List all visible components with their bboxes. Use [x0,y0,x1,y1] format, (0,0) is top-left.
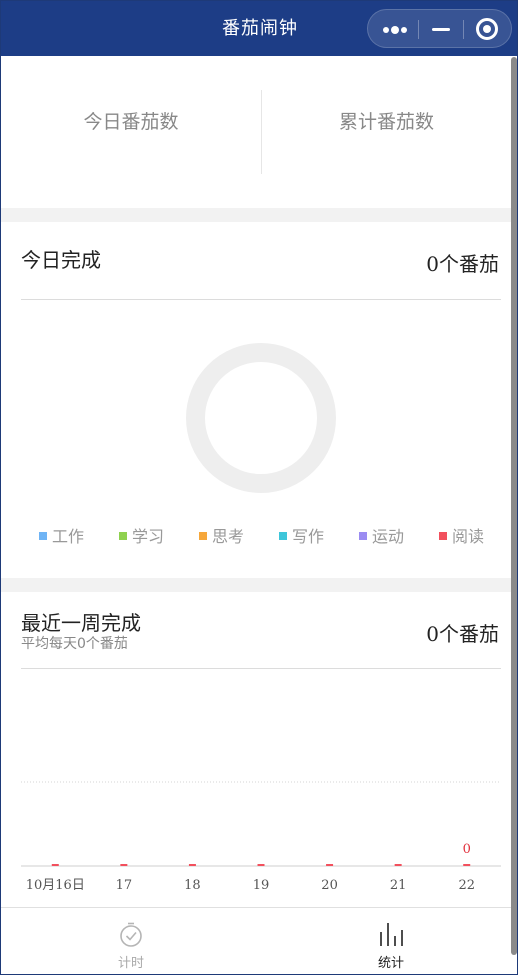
more-dots-icon[interactable] [368,10,418,49]
chart-x-tick-label: 19 [253,878,270,893]
chart-bar [51,864,59,866]
legend-swatch [439,532,447,540]
nav-bar: 番茄闹钟 [1,1,517,56]
tab-timer-label: 计时 [117,956,144,971]
legend-label: 阅读 [452,527,485,546]
tab-stats-label: 统计 [377,956,404,971]
legend-item-read: 阅读 [439,525,484,549]
total-tomato-label: 累计番茄数 [338,111,434,133]
legend-item-think: 思考 [199,525,244,549]
chart-data-label: 0 [463,842,471,857]
chart-x-tick-label: 10月16日 [26,878,85,893]
section-gap [1,208,511,222]
legend-swatch [119,532,127,540]
chart-bar [188,864,196,866]
chart-x-tick-label: 17 [116,878,133,893]
summary-panel: 今日番茄数 累计番茄数 [1,56,511,208]
legend-item-work: 工作 [39,525,84,549]
minimize-icon[interactable] [419,10,463,49]
category-legend: 工作 学习 思考 写作 运动 阅读 [21,525,501,549]
chart-bar [394,864,402,866]
stopwatch-icon [120,922,142,947]
chart-x-tick-label: 22 [458,878,475,893]
tab-timer[interactable]: 计时 [1,908,261,974]
target-close-icon[interactable] [464,10,512,49]
section-divider [21,299,501,300]
tab-bar: 计时 统计 [1,907,511,974]
chart-x-tick-label: 21 [390,878,407,893]
bar-chart-icon [380,923,403,946]
chart-x-tick-label: 18 [184,878,201,893]
week-average-text: 平均每天0个番茄 [21,636,128,652]
today-donut-chart [186,343,336,493]
today-section-title: 今日完成 [21,248,101,272]
legend-swatch [359,532,367,540]
legend-label: 学习 [132,527,165,546]
section-gap [1,578,511,592]
week-count: 0个番茄 [426,622,499,646]
chart-bar [463,864,471,866]
capsule-menu [367,9,512,48]
legend-label: 写作 [292,527,325,546]
app-frame: 番茄闹钟 今日番茄数 累计番茄数 今日完成 0个番茄 工作 学习 思考 写作 运… [0,0,518,975]
today-tomato-label: 今日番茄数 [83,111,179,133]
today-count: 0个番茄 [426,252,499,276]
legend-label: 运动 [372,527,405,546]
scrollbar[interactable] [511,57,517,955]
chart-x-tick-label: 20 [321,878,338,893]
tab-stats[interactable]: 统计 [261,908,517,974]
chart-bar [326,864,334,866]
chart-bar [120,864,128,866]
chart-bar [257,864,265,866]
week-bar-chart: 10月16日 17 18 19 20 21 22 0 [21,781,501,893]
legend-swatch [39,532,47,540]
legend-swatch [199,532,207,540]
legend-swatch [279,532,287,540]
week-section-title: 最近一周完成 [21,611,141,635]
legend-item-write: 写作 [279,525,324,549]
legend-item-sport: 运动 [359,525,404,549]
legend-item-study: 学习 [119,525,164,549]
legend-label: 思考 [212,527,245,546]
legend-label: 工作 [52,527,85,546]
